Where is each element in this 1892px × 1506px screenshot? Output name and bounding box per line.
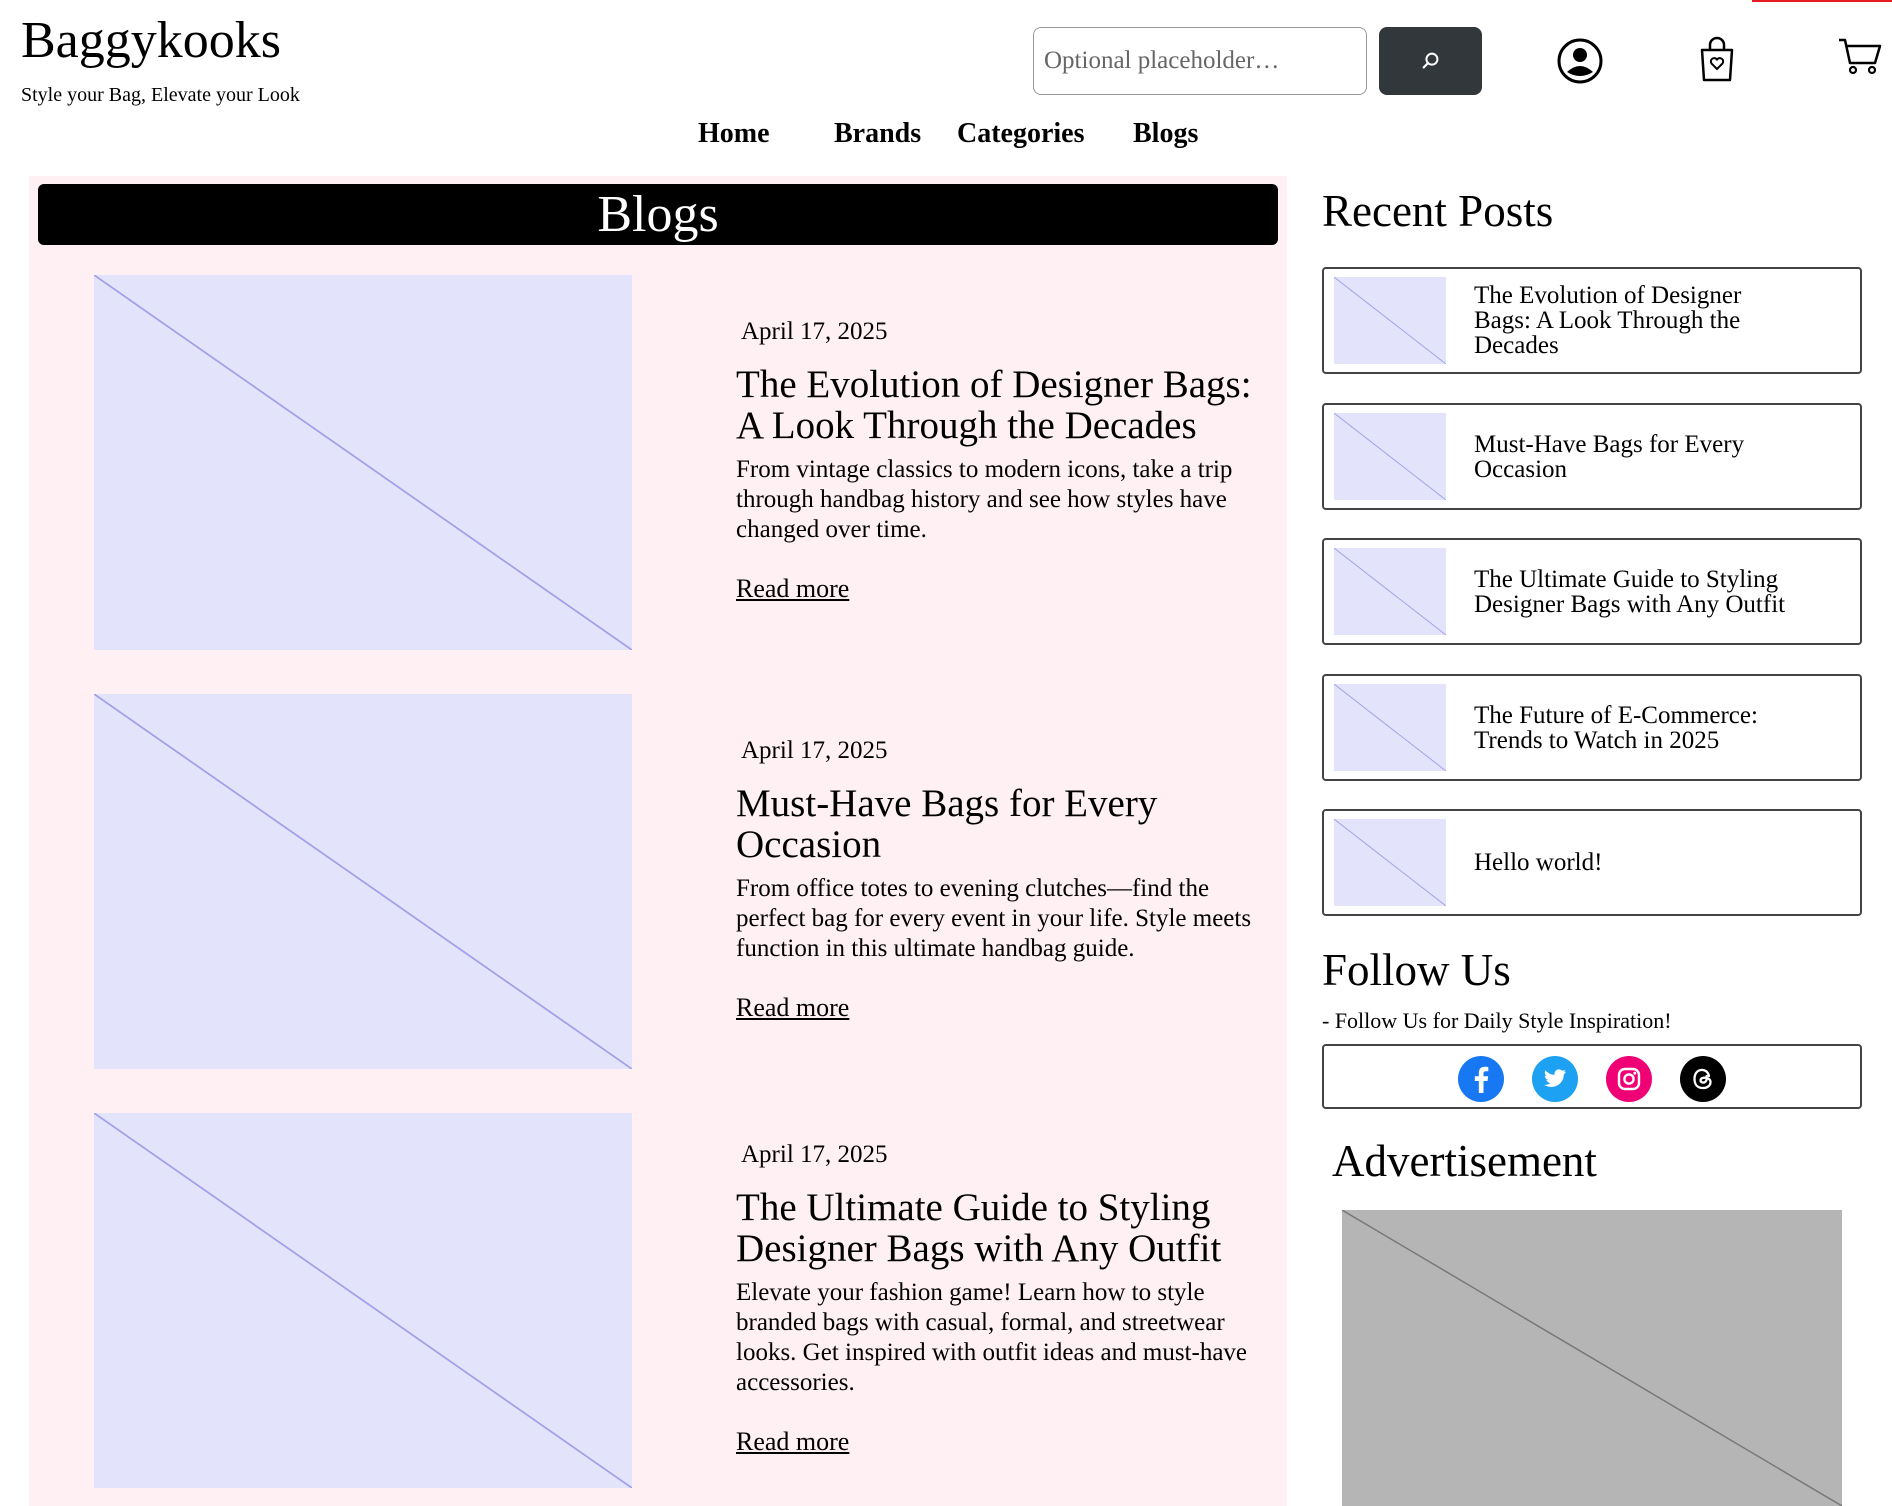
recent-post-title[interactable]: The Future of E-Commerce: Trends to Watc…: [1474, 676, 1804, 779]
read-more-link[interactable]: Read more: [736, 993, 849, 1023]
follow-us-heading: Follow Us: [1322, 945, 1511, 995]
search-icon: [1422, 52, 1438, 69]
cart-button[interactable]: [1837, 36, 1887, 86]
search-button[interactable]: [1379, 27, 1482, 95]
post-title[interactable]: Must-Have Bags for Every Occasion: [736, 783, 1276, 865]
recent-post-title[interactable]: The Evolution of Designer Bags: A Look T…: [1474, 269, 1804, 372]
read-more-link[interactable]: Read more: [736, 574, 849, 604]
recent-posts-heading: Recent Posts: [1322, 186, 1554, 236]
account-icon: [1557, 38, 1603, 84]
recent-post-title[interactable]: Must-Have Bags for Every Occasion: [1474, 405, 1804, 508]
page-title: Blogs: [38, 184, 1278, 245]
recent-post-card[interactable]: The Future of E-Commerce: Trends to Watc…: [1322, 674, 1862, 781]
recent-post-title[interactable]: Hello world!: [1474, 811, 1804, 914]
facebook-icon[interactable]: [1458, 1056, 1504, 1102]
recent-post-card[interactable]: The Ultimate Guide to Styling Designer B…: [1322, 538, 1862, 645]
advertisement-heading: Advertisement: [1332, 1136, 1597, 1186]
recent-post-title[interactable]: The Ultimate Guide to Styling Designer B…: [1474, 540, 1804, 643]
post-date: April 17, 2025: [741, 1141, 888, 1168]
nav-item-home[interactable]: Home: [698, 118, 770, 150]
post-title[interactable]: The Evolution of Designer Bags: A Look T…: [736, 364, 1276, 446]
cart-icon: [1839, 38, 1882, 75]
post-image[interactable]: [94, 1113, 632, 1488]
recent-post-card[interactable]: Hello world!: [1322, 809, 1862, 916]
post-title[interactable]: The Ultimate Guide to Styling Designer B…: [736, 1187, 1276, 1269]
read-more-link[interactable]: Read more: [736, 1427, 849, 1457]
wishlist-bag-icon: [1700, 36, 1734, 82]
site-tagline: Style your Bag, Elevate your Look: [21, 84, 300, 106]
post-excerpt: Elevate your fashion game! Learn how to …: [736, 1279, 1248, 1396]
recent-post-card[interactable]: Must-Have Bags for Every Occasion: [1322, 403, 1862, 510]
recent-post-thumbnail: [1334, 413, 1446, 500]
recent-post-thumbnail: [1334, 819, 1446, 906]
twitter-icon[interactable]: [1532, 1056, 1578, 1102]
post-image[interactable]: [94, 275, 632, 650]
post-image[interactable]: [94, 694, 632, 1069]
post-date: April 17, 2025: [741, 318, 888, 345]
post-excerpt: From office totes to evening clutches—fi…: [736, 875, 1252, 962]
recent-post-thumbnail: [1334, 548, 1446, 635]
instagram-icon[interactable]: [1606, 1056, 1652, 1102]
recent-post-thumbnail: [1334, 684, 1446, 771]
recent-post-thumbnail: [1334, 277, 1446, 364]
recent-post-card[interactable]: The Evolution of Designer Bags: A Look T…: [1322, 267, 1862, 374]
threads-icon[interactable]: [1680, 1056, 1726, 1102]
nav-item-brands[interactable]: Brands: [834, 118, 921, 150]
post-date: April 17, 2025: [741, 737, 888, 764]
nav-item-blogs[interactable]: Blogs: [1133, 118, 1198, 150]
follow-us-subtitle: - Follow Us for Daily Style Inspiration!: [1322, 1008, 1672, 1033]
nav-item-categories[interactable]: Categories: [957, 118, 1085, 150]
account-button[interactable]: [1555, 36, 1605, 86]
top-accent-strip: [1752, 0, 1892, 2]
main-nav: Home Brands Categories Blogs: [0, 118, 1892, 158]
site-logo[interactable]: Baggykooks: [21, 13, 281, 69]
social-links: [1322, 1044, 1862, 1109]
wishlist-button[interactable]: [1697, 36, 1747, 86]
advertisement-image[interactable]: [1342, 1210, 1842, 1506]
post-excerpt: From vintage classics to modern icons, t…: [736, 456, 1233, 543]
search-input[interactable]: [1033, 27, 1367, 95]
